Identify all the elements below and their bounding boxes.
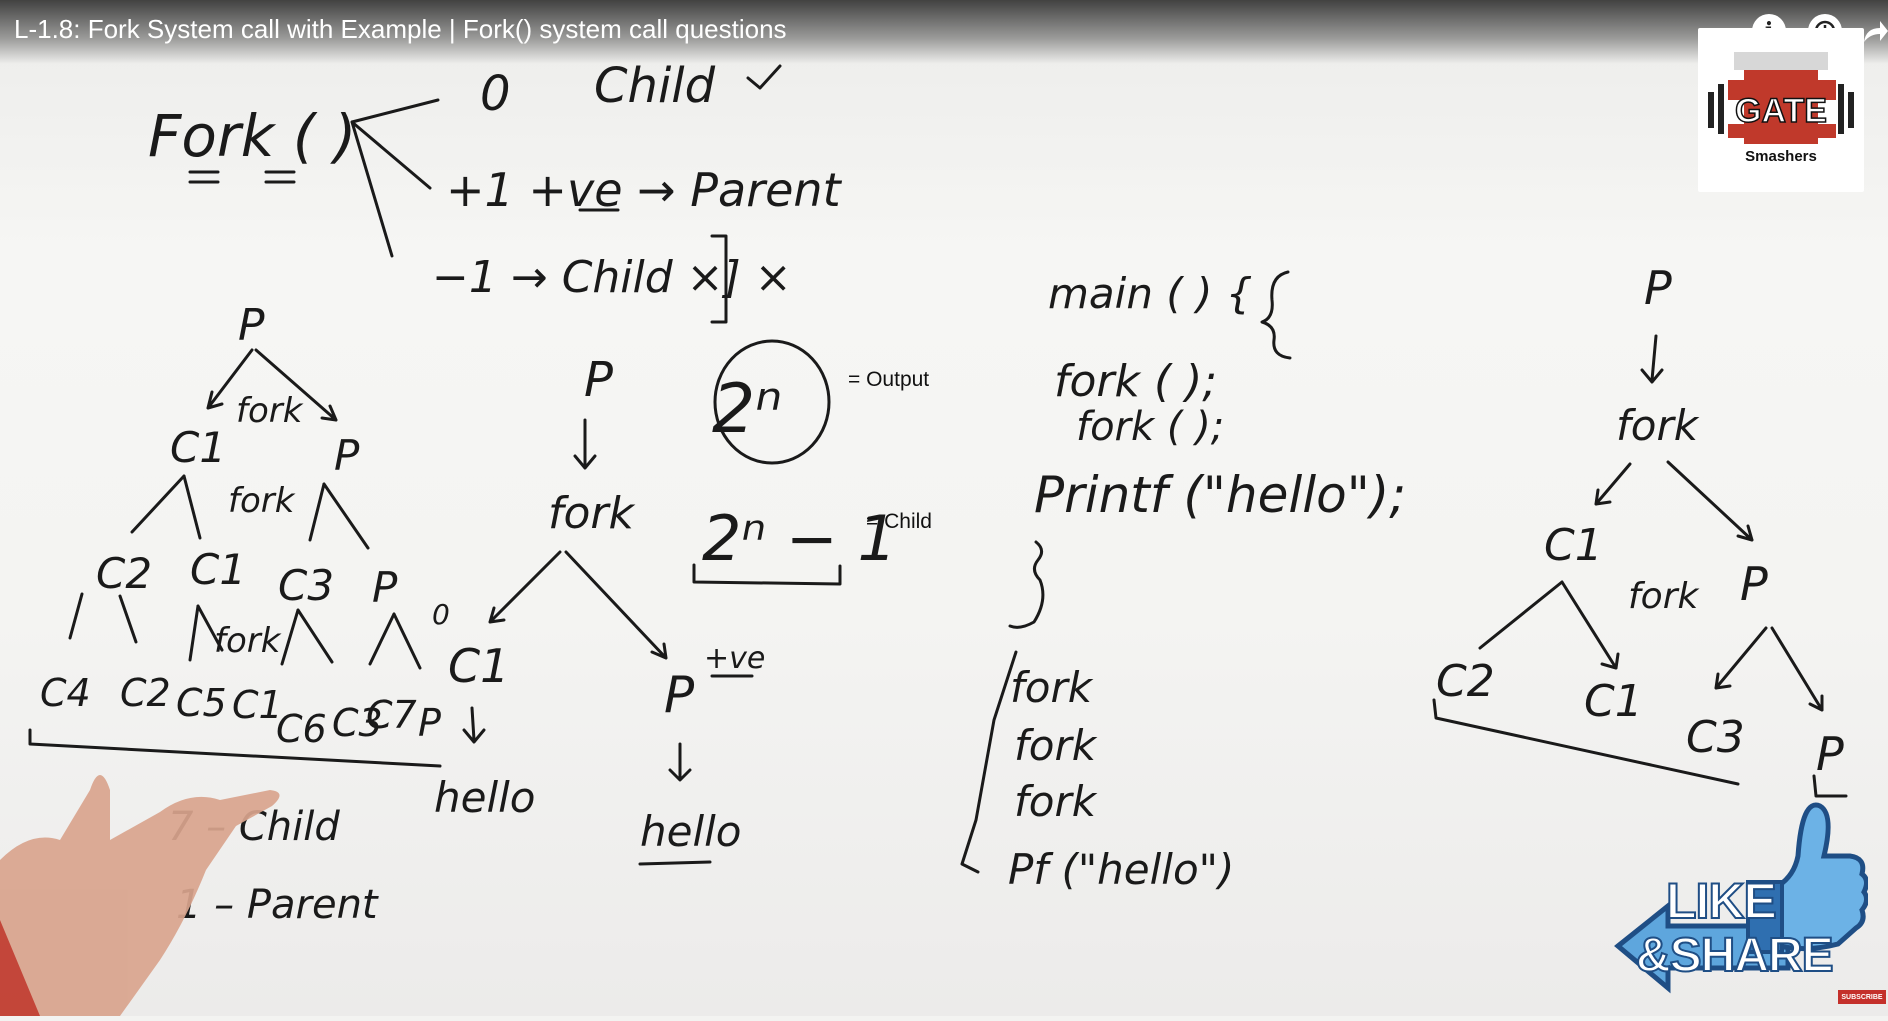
mid-parent: P <box>664 666 695 724</box>
left-l1-a: C1 <box>170 423 226 472</box>
code-line3: Printf ("hello"); <box>1034 466 1406 524</box>
right-l2-c: C3 <box>1686 712 1745 763</box>
hello-underline <box>638 860 712 866</box>
fork-title: Fork ( ) <box>148 102 356 170</box>
code-line1: fork ( ); <box>1054 356 1217 407</box>
left-fork2: fork <box>228 481 296 521</box>
expanded-line-2: fork <box>1014 721 1098 770</box>
child-label: = Child <box>866 510 932 533</box>
expanded-line-3: fork <box>1014 777 1098 826</box>
ret-negative: −1 → Child ×] × <box>432 252 792 303</box>
fork-underline <box>188 170 296 184</box>
expanded-line-4: Pf ("hello") <box>1008 845 1234 894</box>
mid-root: P <box>584 352 613 408</box>
left-l2-a: C2 <box>96 549 152 598</box>
share-icon[interactable] <box>1862 16 1888 48</box>
code-open-brace <box>1260 270 1292 360</box>
right-l1-b: P <box>1740 557 1768 611</box>
video-title[interactable]: L-1.8: Fork System call with Example | F… <box>14 14 787 45</box>
right-fork2: fork <box>1628 576 1701 617</box>
code-close-brace <box>1008 540 1045 629</box>
left-fork3: fork <box>214 621 282 661</box>
subscribe-button[interactable]: SUBSCRIBE <box>1838 990 1886 1004</box>
share-arrow <box>1864 21 1888 42</box>
return-values-bracket <box>350 98 440 258</box>
expanded-line-1: fork <box>1010 663 1094 712</box>
mid-child-ret: 0 <box>432 598 450 631</box>
right-l2-a: C2 <box>1436 656 1495 707</box>
like-share-overlay[interactable]: LIKE &SHARE <box>1598 796 1870 1021</box>
formula-output: 2ⁿ <box>712 370 782 449</box>
right-root: P <box>1644 261 1672 315</box>
left-l2-b: C1 <box>190 545 246 594</box>
left-l3-1: C2 <box>120 671 171 715</box>
left-l1-b: P <box>334 431 360 480</box>
left-root: P <box>238 300 265 351</box>
left-l3-6: C7 <box>366 693 417 737</box>
mid-hello-parent: hello <box>640 807 742 856</box>
left-l3-0: C4 <box>40 671 91 715</box>
mid-hello-child: hello <box>434 773 536 822</box>
right-l2-d: P <box>1816 727 1844 781</box>
output-label: = Output <box>848 368 930 391</box>
left-count-parent: 1 – Parent <box>176 882 379 928</box>
logo-subtitle: Smashers <box>1745 148 1817 165</box>
mid-parent-ret: +ve <box>704 641 765 676</box>
mid-fork: fork <box>548 488 636 539</box>
left-fork1: fork <box>236 391 304 431</box>
left-l3-4: C6 <box>276 707 327 751</box>
right-l2-b: C1 <box>1584 676 1643 727</box>
share-text: &SHARE <box>1635 928 1835 983</box>
right-l1-a: C1 <box>1544 520 1603 571</box>
ret-zero: 0 <box>480 66 511 122</box>
channel-logo[interactable]: GATE Smashers <box>1698 28 1864 192</box>
mid-child: C1 <box>448 639 509 693</box>
like-text: LIKE <box>1665 872 1778 930</box>
logo-name: GATE <box>1734 91 1827 131</box>
left-l2-d: P <box>372 563 398 612</box>
ret-positive: +1 +ve → Parent <box>446 163 843 217</box>
right-fork1: fork <box>1616 401 1700 450</box>
code-line2: fork ( ); <box>1076 404 1224 450</box>
left-l2-c: C3 <box>278 561 334 610</box>
code-main: main ( ) { <box>1048 269 1252 318</box>
child-check-mark <box>746 64 782 90</box>
ret-zero-meaning: Child <box>594 58 716 114</box>
left-l3-7: P <box>418 701 441 745</box>
expanded-bracket <box>960 650 1018 874</box>
left-l3-2: C5 <box>176 681 227 725</box>
